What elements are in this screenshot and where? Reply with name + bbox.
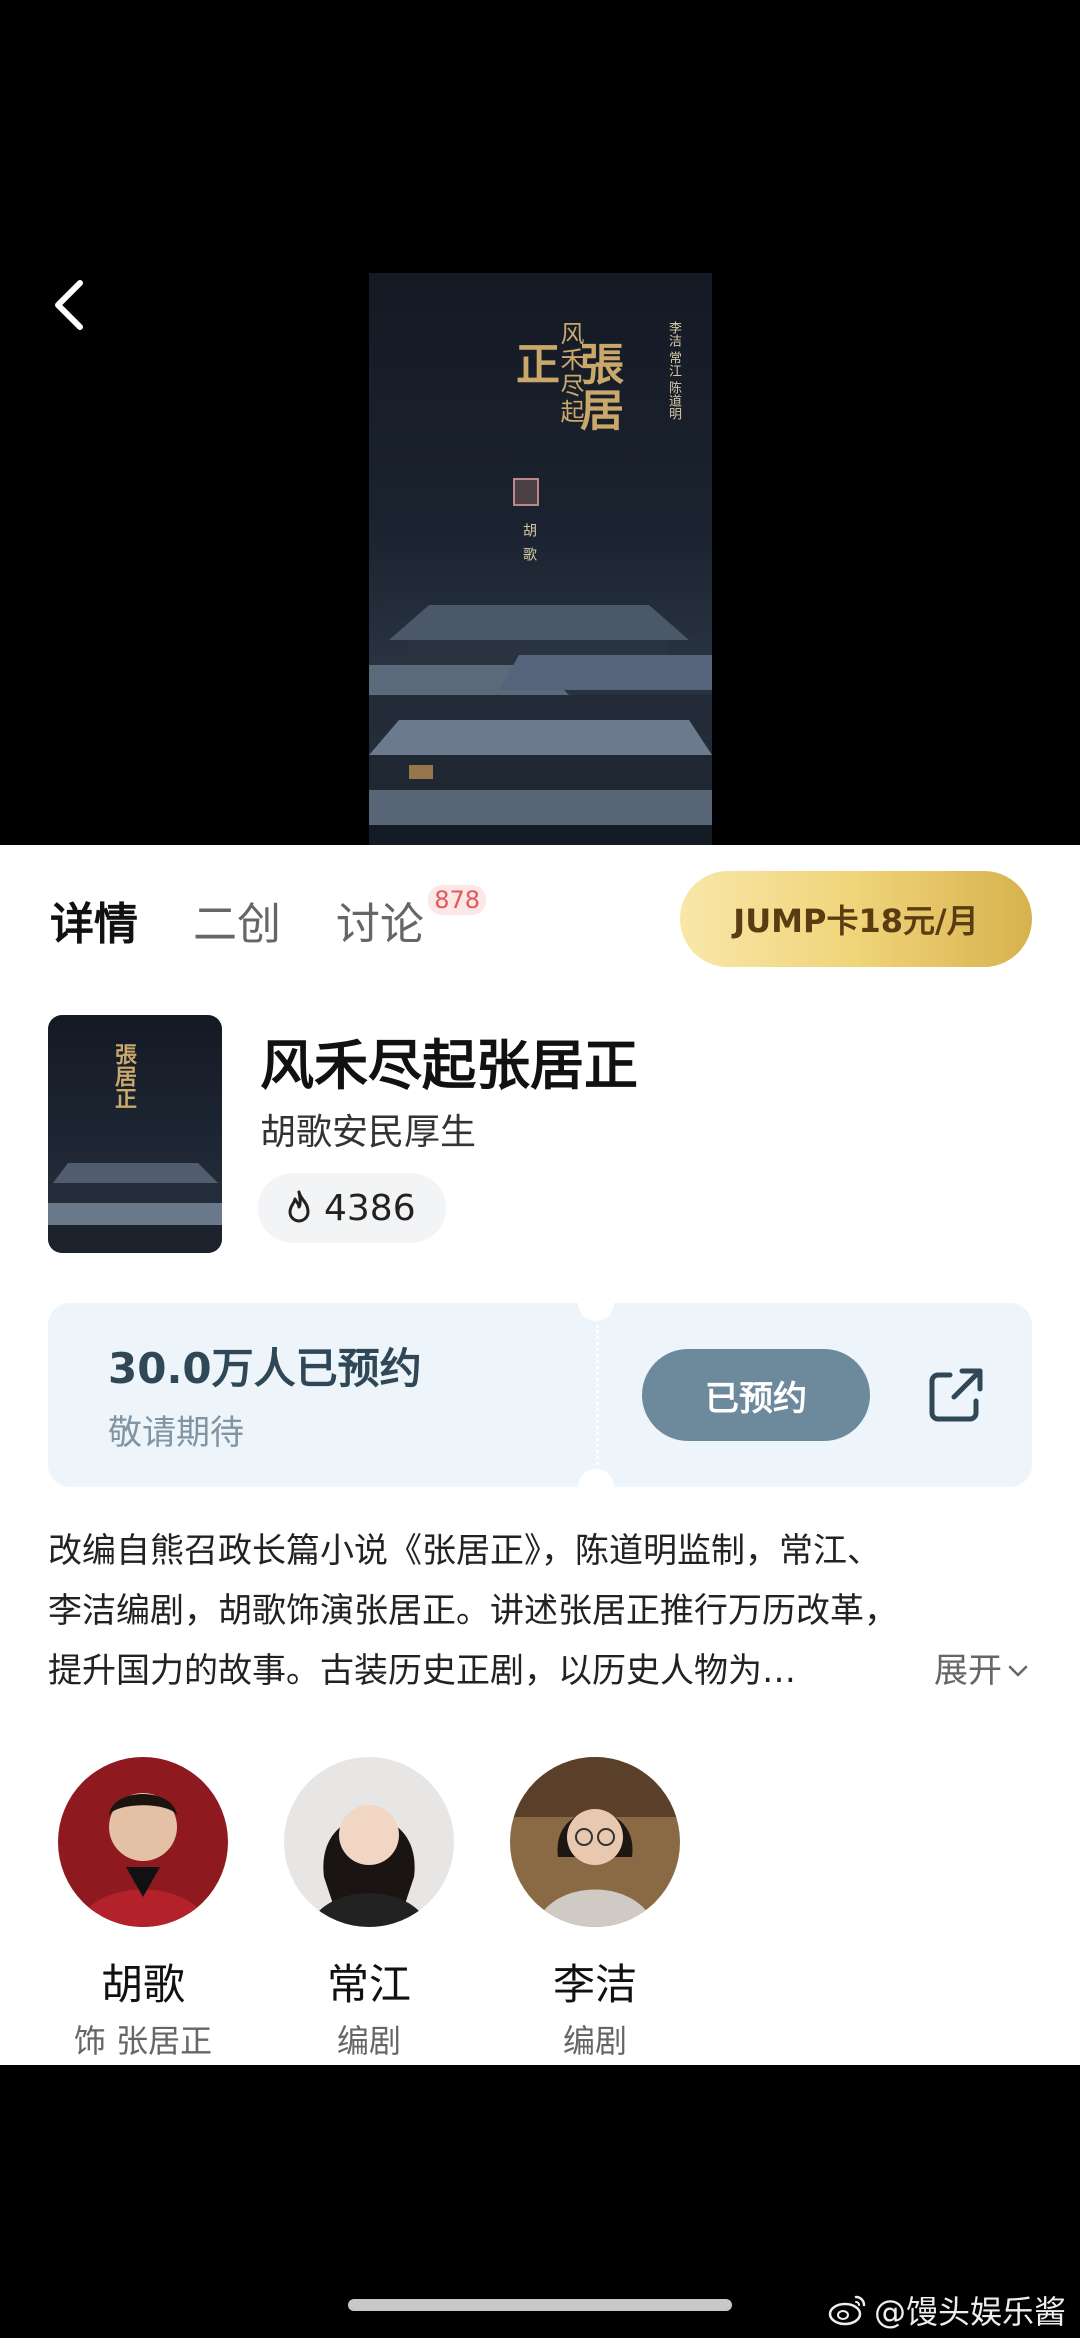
reservation-subtext: 敬请期待 (108, 1413, 244, 1453)
avatar (58, 1757, 228, 1927)
poster-credits: 李洁 常江 陈道明 (666, 321, 681, 421)
avatar (284, 1757, 454, 1927)
watermark-text: @馒头娱乐酱 (873, 2293, 1066, 2331)
cover-thumbnail[interactable]: 張居正 (48, 1015, 222, 1253)
tab-details-label: 详情 (50, 899, 138, 950)
thumb-roofs-illustration (48, 1163, 222, 1253)
seal-stamp (513, 478, 539, 506)
cast-member[interactable]: 胡歌 饰 张居正 (48, 1757, 238, 2062)
card-notch (578, 1469, 614, 1487)
cast-list: 胡歌 饰 张居正 常江 编剧 李洁 编剧 (48, 1757, 1032, 2060)
poster-title: 張居正 (508, 341, 623, 433)
description: 改编自熊召政长篇小说《张居正》，陈道明监制，常江、 李洁编剧，胡歌饰演张居正。讲… (48, 1521, 1038, 1701)
jump-membership-button[interactable]: JUMP卡18元/月 (680, 871, 1032, 967)
tab-fan-creations[interactable]: 二创 (193, 895, 281, 955)
description-line: 李洁编剧，胡歌饰演张居正。讲述张居正推行万历改革， (48, 1591, 898, 1631)
flame-icon (288, 1190, 310, 1223)
avatar (510, 1757, 680, 1927)
expand-label: 展开 (934, 1651, 1002, 1691)
cast-role: 编剧 (562, 2022, 627, 2060)
card-divider (596, 1325, 599, 1465)
cast-name: 胡歌 (100, 1960, 185, 2009)
cast-name: 李洁 (552, 1960, 637, 2009)
home-indicator[interactable] (348, 2299, 732, 2311)
tab-discussion[interactable]: 讨论 878 (336, 885, 486, 955)
tab-details[interactable]: 详情 (50, 895, 138, 955)
detail-sheet: 详情 二创 讨论 878 JUMP卡18元/月 張居正 风禾尽起张居正 胡歌安民… (0, 845, 1080, 2065)
share-icon (929, 1368, 983, 1422)
description-line: 提升国力的故事。古装历史正剧，以历史人物为… (48, 1651, 796, 1691)
reserved-button[interactable]: 已预约 (642, 1349, 870, 1441)
cast-role: 饰 张居正 (73, 2022, 213, 2060)
expand-description-button[interactable]: 展开 (934, 1641, 1030, 1701)
back-button[interactable] (40, 265, 100, 345)
weibo-icon (828, 2295, 866, 2326)
heat-badge: 4386 (258, 1173, 446, 1243)
cast-member[interactable]: 李洁 编剧 (500, 1757, 690, 2062)
watermark: @馒头娱乐酱 (828, 2287, 1066, 2333)
discussion-count-badge: 878 (428, 885, 486, 915)
bottom-blank-area: @馒头娱乐酱 (0, 2065, 1080, 2338)
chevron-down-icon (1008, 1665, 1028, 1677)
card-notch (578, 1303, 614, 1321)
heat-value: 4386 (324, 1187, 416, 1229)
palace-roofs-illustration (369, 605, 712, 845)
cast-name: 常江 (326, 1960, 411, 2009)
cast-member[interactable]: 常江 编剧 (274, 1757, 464, 2062)
show-subtitle: 胡歌安民厚生 (260, 1112, 477, 1153)
tab-discussion-label: 讨论 (336, 899, 424, 950)
tab-fan-creations-label: 二创 (193, 899, 281, 950)
description-line: 改编自熊召政长篇小说《张居正》，陈道明监制，常江、 (48, 1531, 881, 1571)
cast-role: 编剧 (336, 2022, 401, 2060)
reservation-card: 30.0万人已预约 敬请期待 已预约 (48, 1303, 1032, 1487)
show-title: 风禾尽起张居正 (260, 1034, 638, 1097)
thumb-title: 張居正 (111, 1043, 137, 1109)
poster-image: 李洁 常江 陈道明 风禾尽起 張居正 胡歌 (369, 273, 712, 845)
tab-bar: 详情 二创 讨论 878 (50, 885, 486, 955)
share-button[interactable] (918, 1357, 994, 1433)
video-player-area[interactable]: 李洁 常江 陈道明 风禾尽起 張居正 胡歌 (0, 0, 1080, 845)
reservation-count: 30.0万人已预约 (108, 1344, 422, 1393)
back-icon (55, 280, 83, 330)
